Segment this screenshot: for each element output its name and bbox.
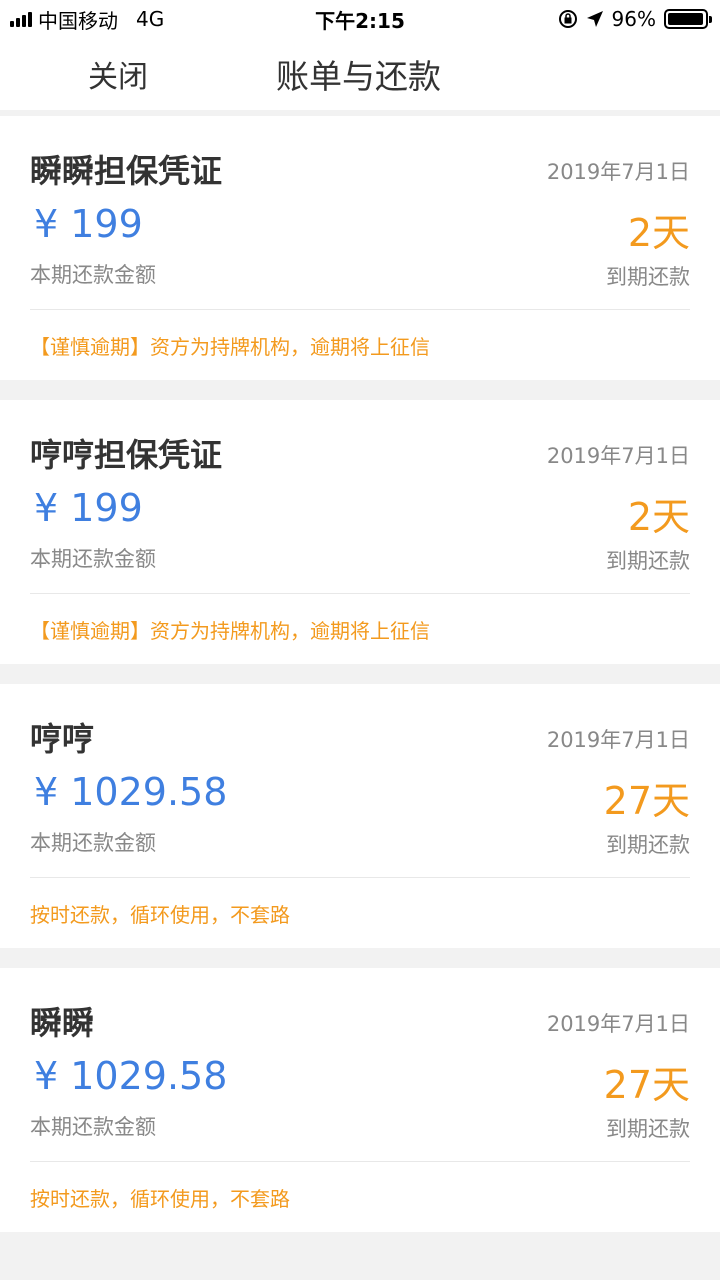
bill-days-left: 2天: [627, 211, 690, 255]
bill-name: 瞬瞬担保凭证: [30, 152, 223, 190]
bill-days-left: 27天: [603, 779, 690, 823]
due-label: 到期还款: [606, 549, 690, 573]
bill-note: 按时还款，循环使用，不套路: [30, 902, 290, 927]
due-label: 到期还款: [606, 1117, 690, 1141]
due-label: 到期还款: [606, 833, 690, 857]
bill-date: 2019年7月1日: [546, 1012, 690, 1036]
carrier-label: 中国移动: [38, 8, 118, 33]
page-title: 账单与还款: [276, 57, 441, 96]
bill-days-left: 27天: [603, 1063, 690, 1107]
bill-date: 2019年7月1日: [546, 444, 690, 468]
bill-amount: ¥ 199: [34, 202, 143, 246]
bill-name: 哼哼: [30, 720, 95, 758]
location-arrow-icon: [586, 11, 603, 27]
signal-icon: [10, 11, 32, 27]
bill-note: 【谨慎逾期】资方为持牌机构，逾期将上征信: [30, 618, 430, 643]
bill-note: 按时还款，循环使用，不套路: [30, 1186, 290, 1211]
bill-name: 哼哼担保凭证: [30, 436, 223, 474]
battery-icon: [664, 9, 712, 29]
amount-label: 本期还款金额: [30, 1115, 156, 1139]
status-right: 96%: [558, 7, 712, 31]
bill-days-left: 2天: [627, 495, 690, 539]
amount-label: 本期还款金额: [30, 263, 156, 287]
bill-amount: ¥ 1029.58: [34, 770, 228, 814]
bill-list: 瞬瞬担保凭证 2019年7月1日 ¥ 199 2天 本期还款金额 到期还款 【谨…: [0, 110, 720, 1232]
network-label: 4G: [136, 7, 165, 31]
due-label: 到期还款: [606, 265, 690, 289]
status-left: 中国移动 4G: [10, 5, 164, 34]
nav-bar: 关闭 账单与还款: [0, 38, 720, 110]
status-bar: 中国移动 4G 下午2:15 96%: [0, 0, 720, 38]
bill-note: 【谨慎逾期】资方为持牌机构，逾期将上征信: [30, 334, 430, 359]
amount-label: 本期还款金额: [30, 831, 156, 855]
bill-date: 2019年7月1日: [546, 160, 690, 184]
amount-label: 本期还款金额: [30, 547, 156, 571]
close-button[interactable]: 关闭: [88, 52, 148, 96]
battery-level: [668, 13, 703, 25]
rotation-lock-icon: [558, 10, 577, 28]
bill-amount: ¥ 1029.58: [34, 1054, 228, 1098]
bill-amount: ¥ 199: [34, 486, 143, 530]
bill-card[interactable]: 哼哼 2019年7月1日 ¥ 1029.58 27天 本期还款金额 到期还款 按…: [0, 684, 720, 948]
bill-date: 2019年7月1日: [546, 728, 690, 752]
bill-card[interactable]: 瞬瞬担保凭证 2019年7月1日 ¥ 199 2天 本期还款金额 到期还款 【谨…: [0, 116, 720, 380]
bill-card[interactable]: 瞬瞬 2019年7月1日 ¥ 1029.58 27天 本期还款金额 到期还款 按…: [0, 968, 720, 1232]
status-time: 下午2:15: [315, 8, 405, 33]
battery-percent: 96%: [611, 7, 656, 31]
bill-name: 瞬瞬: [30, 1004, 95, 1042]
bill-card[interactable]: 哼哼担保凭证 2019年7月1日 ¥ 199 2天 本期还款金额 到期还款 【谨…: [0, 400, 720, 664]
